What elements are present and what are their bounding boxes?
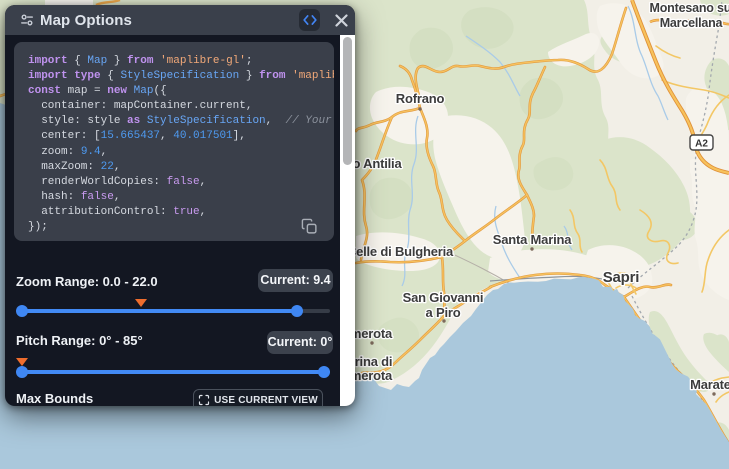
svg-text:Maratea: Maratea [690,377,729,392]
svg-text:merota: merota [350,326,393,341]
svg-text:Marcellana: Marcellana [660,16,724,30]
svg-text:Santa Marina: Santa Marina [493,232,572,247]
svg-text:A2: A2 [695,139,708,150]
svg-text:a Piro: a Piro [426,305,461,320]
svg-text:Celle di Bulgheria: Celle di Bulgheria [347,244,454,259]
svg-text:Sapri: Sapri [603,269,640,286]
svg-text:merota: merota [350,368,393,383]
svg-text:o Antilia: o Antilia [353,156,403,171]
svg-text:Montesano sulla: Montesano sulla [650,1,729,15]
svg-text:Rofrano: Rofrano [396,91,445,106]
svg-text:San Giovanni: San Giovanni [403,290,484,305]
